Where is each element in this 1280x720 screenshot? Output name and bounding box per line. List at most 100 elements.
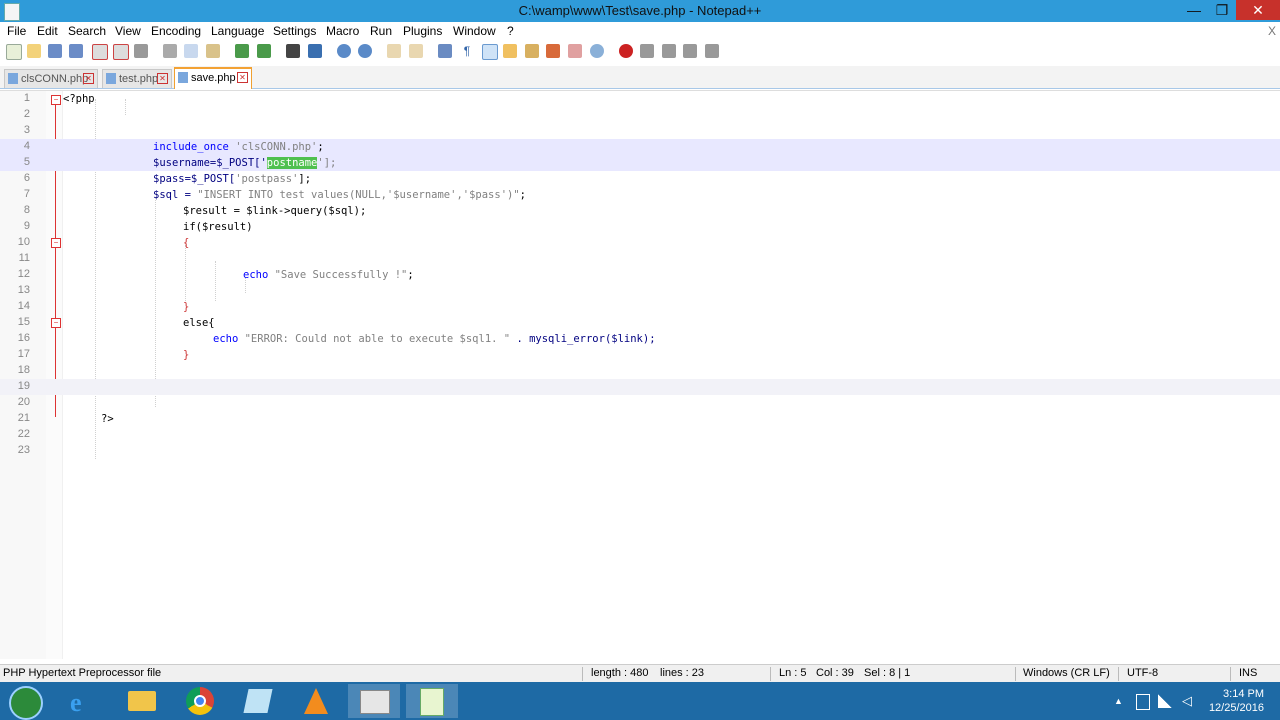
code-text: include_once 'clsCONN.php'; xyxy=(153,141,324,153)
file-icon xyxy=(178,72,188,83)
status-eol[interactable]: Windows (CR LF) xyxy=(1023,667,1110,679)
zoom-out-icon[interactable] xyxy=(358,44,372,58)
status-divider xyxy=(1118,667,1119,681)
code-segment: $username=$_POST[' xyxy=(153,157,267,169)
close-button[interactable]: ✕ xyxy=(1236,0,1280,20)
menu-help[interactable]: ? xyxy=(507,24,514,38)
line-number: 3 xyxy=(23,124,30,136)
tab-label: test.php xyxy=(119,73,159,85)
volume-icon[interactable]: ◁ xyxy=(1182,693,1192,709)
tab-save[interactable]: save.php ✕ xyxy=(174,67,252,89)
show-all-chars-icon[interactable]: ¶ xyxy=(460,44,474,58)
menu-run[interactable]: Run xyxy=(370,24,392,38)
network-signal-icon[interactable] xyxy=(1158,694,1172,708)
find-icon[interactable] xyxy=(286,44,300,58)
code-line: 16 echo "ERROR: Could not able to execut… xyxy=(0,331,1280,347)
tab-bar: clsCONN.php ✕ test.php ✕ save.php ✕ xyxy=(0,66,1280,89)
cut-icon[interactable] xyxy=(163,44,177,58)
code-editor[interactable]: − − − 1 <?php 2 3 4 include_once 'clsCON… xyxy=(0,90,1280,659)
clock-date: 12/25/2016 xyxy=(1208,702,1264,714)
code-text: { xyxy=(183,237,190,249)
line-number: 11 xyxy=(18,252,30,264)
device-icon[interactable] xyxy=(1136,694,1150,710)
redo-icon[interactable] xyxy=(257,44,271,58)
status-length: length : 480 xyxy=(591,667,649,679)
save-all-icon[interactable] xyxy=(69,44,83,58)
taskbar-internet-explorer[interactable]: e xyxy=(58,684,110,718)
open-file-icon[interactable] xyxy=(27,44,41,58)
tab-close-icon[interactable]: ✕ xyxy=(157,73,168,84)
minimize-button[interactable]: — xyxy=(1180,0,1208,20)
menu-view[interactable]: View xyxy=(115,24,141,38)
play-macro-icon[interactable] xyxy=(662,44,676,58)
zoom-in-icon[interactable] xyxy=(337,44,351,58)
menu-macro[interactable]: Macro xyxy=(326,24,359,38)
tray-overflow-icon[interactable]: ▲ xyxy=(1114,696,1123,706)
close-document-button[interactable]: X xyxy=(1268,24,1276,38)
code-line: 8 $result = $link->query($sql); xyxy=(0,203,1280,219)
udl-icon[interactable] xyxy=(503,44,517,58)
menu-encoding[interactable]: Encoding xyxy=(151,24,201,38)
tab-test[interactable]: test.php ✕ xyxy=(102,69,172,88)
taskbar-notepadpp[interactable] xyxy=(406,684,458,718)
folder-icon xyxy=(128,691,156,711)
code-text: $result = $link->query($sql); xyxy=(183,205,367,217)
status-encoding[interactable]: UTF-8 xyxy=(1127,667,1158,679)
line-number: 17 xyxy=(17,348,30,360)
stop-macro-icon[interactable] xyxy=(640,44,654,58)
tab-clsconn[interactable]: clsCONN.php ✕ xyxy=(4,69,98,88)
menu-search[interactable]: Search xyxy=(68,24,106,38)
taskbar-chrome[interactable] xyxy=(174,684,226,718)
tab-close-icon[interactable]: ✕ xyxy=(83,73,94,84)
undo-icon[interactable] xyxy=(235,44,249,58)
code-text: $username=$_POST['postname']; xyxy=(153,157,336,169)
status-insert-mode[interactable]: INS xyxy=(1239,667,1257,679)
line-number: 16 xyxy=(17,332,30,344)
system-clock[interactable]: 3:14 PM 12/25/2016 xyxy=(1209,687,1264,715)
menu-settings[interactable]: Settings xyxy=(273,24,316,38)
monitoring-icon[interactable] xyxy=(590,44,604,58)
sync-vertical-icon[interactable] xyxy=(387,44,401,58)
word-wrap-icon[interactable] xyxy=(438,44,452,58)
run-macro-multiple-icon[interactable] xyxy=(683,44,697,58)
save-macro-icon[interactable] xyxy=(705,44,719,58)
menu-plugins[interactable]: Plugins xyxy=(403,24,442,38)
menu-edit[interactable]: Edit xyxy=(37,24,58,38)
code-line: 13 xyxy=(0,283,1280,299)
folder-workspace-icon[interactable] xyxy=(568,44,582,58)
menu-language[interactable]: Language xyxy=(211,24,264,38)
start-button[interactable] xyxy=(0,684,52,720)
new-file-icon[interactable] xyxy=(6,44,22,60)
code-line: 22 xyxy=(0,427,1280,443)
paste-icon[interactable] xyxy=(206,44,220,58)
clock-time: 3:14 PM xyxy=(1223,688,1264,700)
save-icon[interactable] xyxy=(48,44,62,58)
taskbar-app-window[interactable] xyxy=(348,684,400,718)
status-lines: lines : 23 xyxy=(660,667,705,679)
tab-close-icon[interactable]: ✕ xyxy=(237,72,248,83)
code-punct: ; xyxy=(407,269,414,281)
line-number: 21 xyxy=(17,412,30,424)
keyword: echo xyxy=(243,269,275,281)
record-macro-icon[interactable] xyxy=(619,44,633,58)
sync-horizontal-icon[interactable] xyxy=(409,44,423,58)
copy-icon[interactable] xyxy=(184,44,198,58)
indent-guide-icon[interactable] xyxy=(482,44,498,60)
close-all-icon[interactable] xyxy=(113,44,129,60)
toolbar: ¶ xyxy=(0,40,1280,62)
print-icon[interactable] xyxy=(134,44,148,58)
menu-window[interactable]: Window xyxy=(453,24,496,38)
replace-icon[interactable] xyxy=(308,44,322,58)
line-number: 20 xyxy=(17,396,30,408)
menu-file[interactable]: File xyxy=(7,24,26,38)
doc-map-icon[interactable] xyxy=(525,44,539,58)
restore-button[interactable]: ❐ xyxy=(1208,0,1236,20)
code-line: 3 xyxy=(0,123,1280,139)
taskbar-notepad[interactable] xyxy=(232,684,284,718)
line-number: 5 xyxy=(23,156,30,168)
taskbar-vlc[interactable] xyxy=(290,684,342,718)
taskbar-file-explorer[interactable] xyxy=(116,684,168,718)
close-icon[interactable] xyxy=(92,44,108,60)
status-divider xyxy=(582,667,583,681)
function-list-icon[interactable] xyxy=(546,44,560,58)
